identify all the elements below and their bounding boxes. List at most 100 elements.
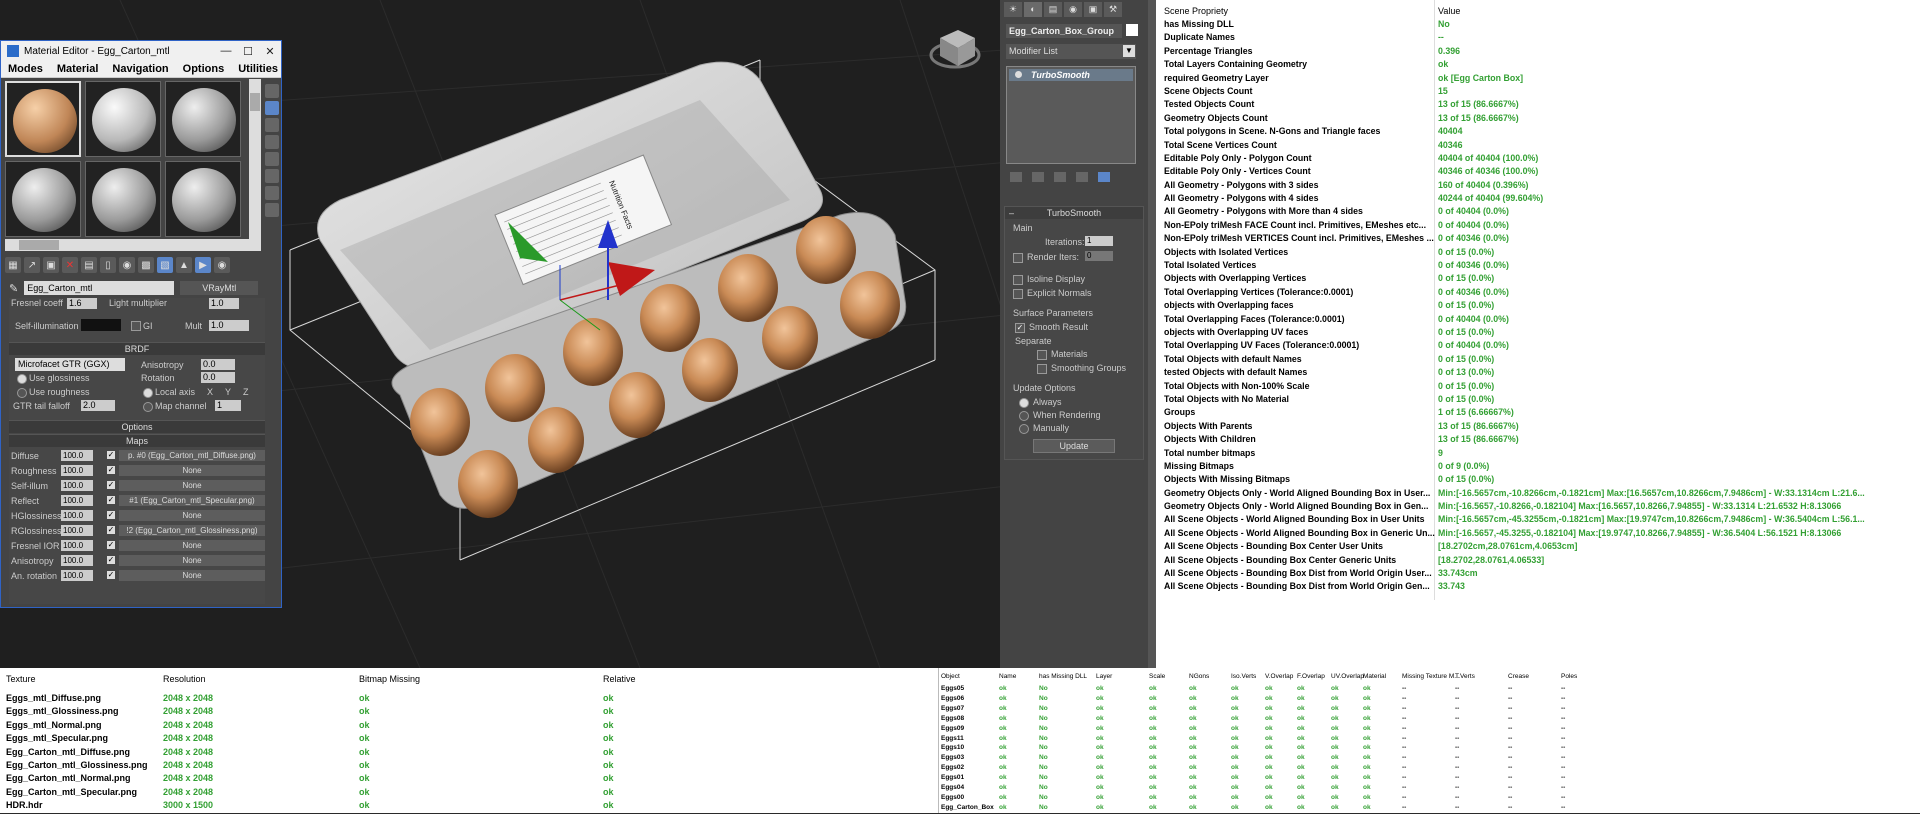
table-row[interactable]: Geometry Objects Only - World Aligned Bo… [1156, 500, 1920, 513]
table-row[interactable]: Eggs_mtl_Normal.png 2048 x 2048 ok ok [0, 719, 938, 732]
table-row[interactable]: Eggs03 ok No ok ok ok ok ok ok ok ok -- -- -- -- [939, 754, 1920, 764]
table-row[interactable]: Total Objects with Non-100% Scale 0 of 15… [1156, 380, 1920, 393]
column-header[interactable]: Object [941, 673, 960, 680]
utilities-tab-icon[interactable]: ⚒ [1104, 2, 1122, 17]
table-row[interactable]: Tested Objects Count 13 of 15 (86.6667%) [1156, 98, 1920, 111]
map-checkbox[interactable]: ✓ [107, 451, 115, 459]
column-header[interactable]: UV.Overlap [1331, 673, 1364, 680]
table-row[interactable]: All Scene Objects - Bounding Box Dist fr… [1156, 580, 1920, 593]
viewcube[interactable] [929, 30, 981, 69]
sample-slot-2[interactable] [85, 81, 161, 157]
column-header[interactable]: has Missing DLL [1039, 673, 1087, 680]
sample-slot-1[interactable] [5, 81, 81, 157]
when-rendering-radio[interactable] [1019, 411, 1029, 421]
map-checkbox[interactable]: ✓ [107, 541, 115, 549]
table-row[interactable]: Total Isolated Vertices 0 of 40346 (0.0%) [1156, 259, 1920, 272]
modifier-list-dropdown[interactable]: Modifier List ▼ [1006, 44, 1136, 59]
column-header[interactable]: NGons [1189, 673, 1209, 680]
pin-stack-icon[interactable] [1010, 172, 1022, 182]
table-row[interactable]: Total Overlapping Faces (Tolerance:0.000… [1156, 313, 1920, 326]
material-type-button[interactable]: VRayMtl [180, 281, 259, 295]
table-row[interactable]: All Scene Objects - Bounding Box Center … [1156, 540, 1920, 553]
table-row[interactable]: Total number bitmaps 9 [1156, 447, 1920, 460]
map-checkbox[interactable]: ✓ [107, 526, 115, 534]
table-row[interactable]: All Scene Objects - World Aligned Boundi… [1156, 513, 1920, 526]
column-header[interactable]: Missing Texture M... [1402, 673, 1460, 680]
table-row[interactable]: required Geometry Layer ok [Egg Carton Bo… [1156, 72, 1920, 85]
table-row[interactable]: Scene Objects Count 15 [1156, 85, 1920, 98]
table-row[interactable]: All Geometry - Polygons with 3 sides 160 … [1156, 179, 1920, 192]
map-checkbox[interactable]: ✓ [107, 481, 115, 489]
create-tab-icon[interactable]: ☀ [1004, 2, 1022, 17]
col-bitmap-missing[interactable]: Bitmap Missing [359, 674, 420, 684]
table-row[interactable]: Eggs05 ok No ok ok ok ok ok ok ok ok -- -- -- -- [939, 685, 1920, 695]
table-row[interactable]: Non-EPoly triMesh VERTICES Count incl. P… [1156, 232, 1920, 245]
get-material-icon[interactable]: ▦ [5, 257, 21, 273]
show-map-in-viewport-icon[interactable]: ▩ [138, 257, 154, 273]
map-checkbox[interactable]: ✓ [107, 466, 115, 474]
sample-uv-tiling-icon[interactable] [265, 135, 279, 149]
minimize-icon[interactable]: — [215, 45, 237, 57]
table-row[interactable]: Eggs07 ok No ok ok ok ok ok ok ok ok -- -- -- -- [939, 705, 1920, 715]
modify-tab-icon[interactable]: ◐ [1024, 2, 1042, 17]
self-illum-color-swatch[interactable] [81, 319, 121, 331]
table-row[interactable]: objects with Overlapping faces 0 of 15 (0… [1156, 299, 1920, 312]
table-row[interactable]: has Missing DLL No [1156, 18, 1920, 31]
make-unique-icon[interactable] [1054, 172, 1066, 182]
table-row[interactable]: Geometry Objects Count 13 of 15 (86.6667%… [1156, 112, 1920, 125]
configure-modifier-sets-icon[interactable] [1098, 172, 1110, 182]
modifier-stack[interactable]: TurboSmooth [1006, 66, 1136, 164]
put-to-library-icon[interactable]: ▯ [100, 257, 116, 273]
table-row[interactable]: Objects With Missing Bitmaps 0 of 15 (0.0… [1156, 473, 1920, 486]
reset-map-icon[interactable]: ✕ [62, 257, 78, 273]
table-row[interactable]: Non-EPoly triMesh FACE Count incl. Primi… [1156, 219, 1920, 232]
table-row[interactable]: Eggs_mtl_Diffuse.png 2048 x 2048 ok ok [0, 692, 938, 705]
table-row[interactable]: Duplicate Names -- [1156, 31, 1920, 44]
sample-slot-4[interactable] [5, 161, 81, 237]
table-row[interactable]: Objects with Overlapping Vertices 0 of 15… [1156, 272, 1920, 285]
display-tab-icon[interactable]: ▣ [1084, 2, 1102, 17]
column-header[interactable]: Poles [1561, 673, 1577, 680]
table-row[interactable]: Eggs01 ok No ok ok ok ok ok ok ok ok -- -- -- -- [939, 774, 1920, 784]
table-row[interactable]: Editable Poly Only - Vertices Count 40346… [1156, 165, 1920, 178]
table-row[interactable]: Egg_Carton_Box ok No ok ok ok ok ok ok ok ok -- -- --… [939, 804, 1920, 814]
explicit-normals-checkbox[interactable] [1013, 289, 1023, 299]
render-iters-value[interactable]: 0 [1085, 251, 1113, 261]
table-row[interactable]: Eggs10 ok No ok ok ok ok ok ok ok ok -- -- -- -- [939, 744, 1920, 754]
table-row[interactable]: Eggs_mtl_Specular.png 2048 x 2048 ok ok [0, 732, 938, 745]
table-row[interactable]: Egg_Carton_mtl_Normal.png 2048 x 2048 ok ok [0, 772, 938, 785]
map-channel-radio[interactable] [143, 402, 153, 412]
modifier-stack-item-turbosmooth[interactable]: TurboSmooth [1009, 69, 1133, 81]
smoothing-groups-checkbox[interactable] [1037, 364, 1047, 374]
make-preview-icon[interactable] [265, 169, 279, 183]
map-channel-value[interactable]: 1 [215, 400, 241, 411]
manually-radio[interactable] [1019, 424, 1029, 434]
column-header[interactable]: F.Overlap [1297, 673, 1325, 680]
smooth-result-checkbox[interactable]: ✓ [1015, 323, 1025, 333]
table-row[interactable]: Editable Poly Only - Polygon Count 40404 … [1156, 152, 1920, 165]
backlight-icon[interactable] [265, 101, 279, 115]
table-row[interactable]: Objects with Isolated Vertices 0 of 15 (0… [1156, 246, 1920, 259]
sample-slot-5[interactable] [85, 161, 161, 237]
map-checkbox[interactable]: ✓ [107, 571, 115, 579]
brdf-rollout-header[interactable]: BRDF [9, 342, 265, 355]
brdf-type-dropdown[interactable]: Microfacet GTR (GGX) [15, 358, 125, 371]
eyedropper-icon[interactable]: ✎ [9, 282, 18, 295]
render-iters-checkbox[interactable] [1013, 253, 1023, 263]
col-resolution[interactable]: Resolution [163, 674, 206, 684]
table-row[interactable]: Total Objects with No Material 0 of 15 (0… [1156, 393, 1920, 406]
table-row[interactable]: Objects With Parents 13 of 15 (86.6667%) [1156, 420, 1920, 433]
video-color-check-icon[interactable] [265, 152, 279, 166]
table-row[interactable]: Total Layers Containing Geometry ok [1156, 58, 1920, 71]
table-row[interactable]: Eggs02 ok No ok ok ok ok ok ok ok ok -- -- -- -- [939, 764, 1920, 774]
maps-rollout-header[interactable]: Maps [9, 434, 265, 447]
anisotropy-value[interactable]: 0.0 [201, 359, 235, 370]
table-row[interactable]: Eggs08 ok No ok ok ok ok ok ok ok ok -- -- -- -- [939, 715, 1920, 725]
go-to-parent-icon[interactable]: ▲ [176, 257, 192, 273]
menu-options[interactable]: Options [176, 63, 232, 75]
column-header[interactable]: Name [999, 673, 1016, 680]
menu-material[interactable]: Material [50, 63, 106, 75]
table-row[interactable]: Egg_Carton_mtl_Specular.png 2048 x 2048 ok… [0, 786, 938, 799]
map-checkbox[interactable]: ✓ [107, 511, 115, 519]
make-unique-icon[interactable]: ▤ [81, 257, 97, 273]
